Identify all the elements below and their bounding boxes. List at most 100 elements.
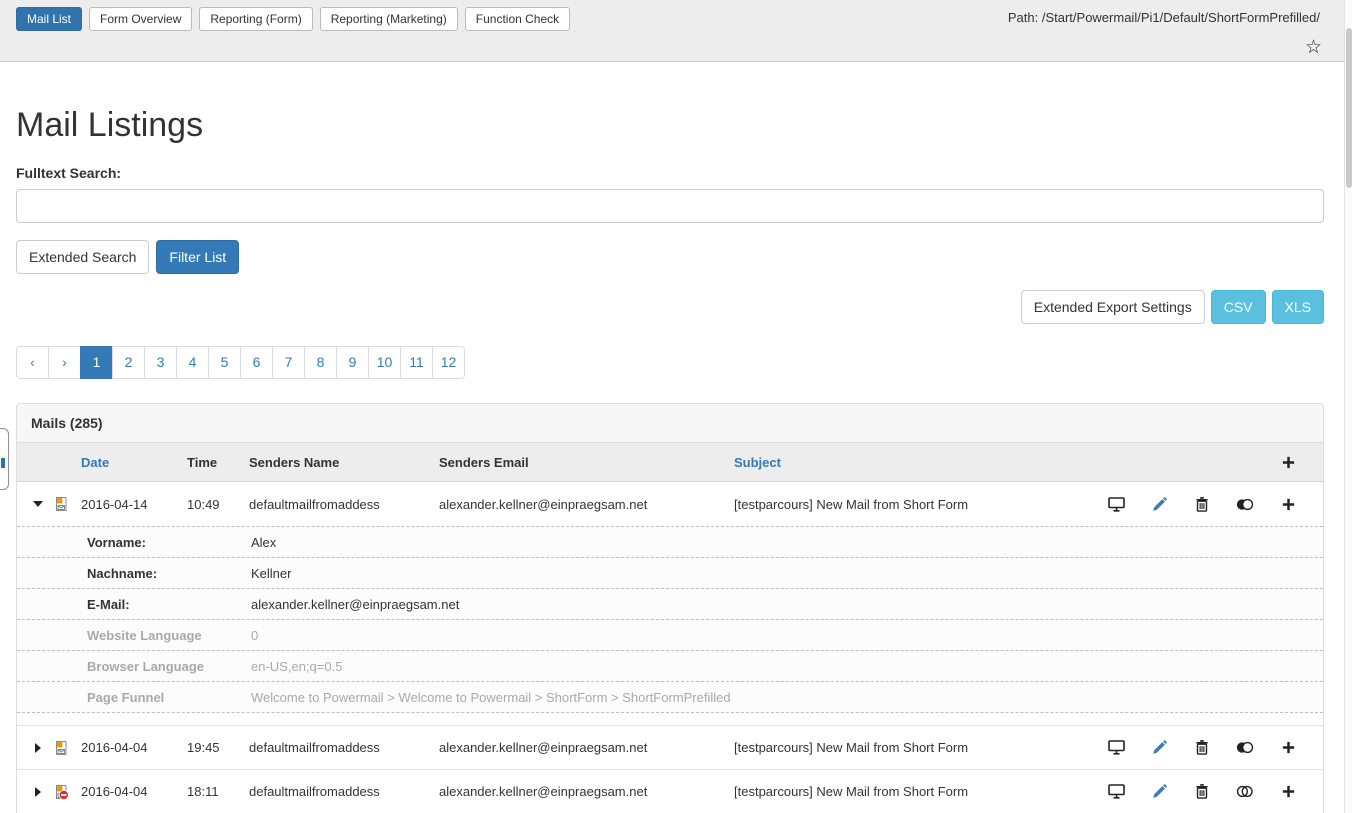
add-icon[interactable] bbox=[1279, 496, 1297, 512]
mail-record-icon bbox=[53, 496, 69, 512]
mail-subject: [testparcours] New Mail from Short Form bbox=[734, 784, 1107, 799]
detail-row: Nachname: Kellner bbox=[17, 557, 1323, 588]
delete-trash-icon[interactable] bbox=[1193, 740, 1211, 756]
column-header-date[interactable]: Date bbox=[81, 455, 187, 470]
preview-monitor-icon[interactable] bbox=[1107, 740, 1125, 756]
scrollbar-thumb[interactable] bbox=[1346, 28, 1352, 188]
pagination-page-1[interactable]: 1 bbox=[80, 346, 113, 379]
detail-label: Website Language bbox=[87, 628, 251, 643]
detail-label: Page Funnel bbox=[87, 690, 251, 705]
pagination-prev-button[interactable]: ‹ bbox=[16, 346, 49, 379]
detail-value: 0 bbox=[251, 628, 1323, 643]
edit-pencil-icon[interactable] bbox=[1150, 740, 1168, 756]
mail-record-hidden-icon bbox=[53, 784, 69, 800]
column-header-senders-email: Senders Email bbox=[439, 455, 734, 470]
mail-time: 19:45 bbox=[187, 740, 249, 755]
export-xls-button[interactable]: XLS bbox=[1272, 290, 1324, 324]
vertical-scrollbar[interactable] bbox=[1344, 0, 1352, 813]
export-csv-button[interactable]: CSV bbox=[1211, 290, 1266, 324]
add-column-icon[interactable] bbox=[1279, 454, 1297, 470]
delete-trash-icon[interactable] bbox=[1193, 784, 1211, 800]
tab-mail-list[interactable]: Mail List bbox=[16, 7, 82, 31]
fulltext-search-label: Fulltext Search: bbox=[16, 165, 1324, 181]
extended-export-settings-button[interactable]: Extended Export Settings bbox=[1021, 290, 1205, 324]
pagination-page-7[interactable]: 7 bbox=[272, 346, 305, 379]
preview-monitor-icon[interactable] bbox=[1107, 496, 1125, 512]
add-icon[interactable] bbox=[1279, 784, 1297, 800]
edit-pencil-icon[interactable] bbox=[1150, 784, 1168, 800]
mail-senders-name: defaultmailfromaddess bbox=[249, 497, 439, 512]
tab-function-check[interactable]: Function Check bbox=[465, 7, 570, 31]
tab-reporting-marketing[interactable]: Reporting (Marketing) bbox=[320, 7, 458, 31]
detail-label: E-Mail: bbox=[87, 597, 251, 612]
clipped-left-panel-mark bbox=[1, 458, 5, 468]
mails-panel: Mails (285) Date Time Senders Name Sende… bbox=[16, 403, 1324, 813]
detail-value: Welcome to Powermail > Welcome to Powerm… bbox=[251, 690, 1323, 705]
tab-reporting-form[interactable]: Reporting (Form) bbox=[199, 7, 312, 31]
fulltext-search-input[interactable] bbox=[16, 189, 1324, 223]
pagination-next-button[interactable]: › bbox=[48, 346, 81, 379]
pagination: ‹ › 1 2 3 4 5 6 7 8 9 10 11 12 bbox=[16, 346, 465, 379]
clipped-left-panel bbox=[0, 428, 9, 490]
column-header-time: Time bbox=[187, 455, 249, 470]
filter-list-button[interactable]: Filter List bbox=[156, 240, 239, 274]
mail-senders-name: defaultmailfromaddess bbox=[249, 784, 439, 799]
mail-senders-email: alexander.kellner@einpraegsam.net bbox=[439, 740, 734, 755]
pagination-page-5[interactable]: 5 bbox=[208, 346, 241, 379]
preview-monitor-icon[interactable] bbox=[1107, 784, 1125, 800]
pagination-page-9[interactable]: 9 bbox=[336, 346, 369, 379]
detail-row: Browser Language en-US,en;q=0.5 bbox=[17, 650, 1323, 681]
mail-row[interactable]: 2016-04-04 18:11 defaultmailfromaddess a… bbox=[17, 769, 1323, 813]
detail-label: Browser Language bbox=[87, 659, 251, 674]
mail-subject: [testparcours] New Mail from Short Form bbox=[734, 497, 1107, 512]
collapse-caret-icon[interactable] bbox=[33, 501, 43, 507]
details-spacer bbox=[17, 712, 1323, 725]
mail-subject: [testparcours] New Mail from Short Form bbox=[734, 740, 1107, 755]
pagination-page-6[interactable]: 6 bbox=[240, 346, 273, 379]
mail-record-icon bbox=[53, 740, 69, 756]
toggle-off-icon[interactable] bbox=[1236, 784, 1254, 800]
detail-row: Website Language 0 bbox=[17, 619, 1323, 650]
pagination-page-2[interactable]: 2 bbox=[112, 346, 145, 379]
mails-panel-title: Mails (285) bbox=[17, 404, 1323, 443]
detail-row: Page Funnel Welcome to Powermail > Welco… bbox=[17, 681, 1323, 712]
pagination-page-8[interactable]: 8 bbox=[304, 346, 337, 379]
mail-senders-email: alexander.kellner@einpraegsam.net bbox=[439, 784, 734, 799]
detail-row: Vorname: Alex bbox=[17, 526, 1323, 557]
top-header-bar: Mail List Form Overview Reporting (Form)… bbox=[0, 0, 1352, 62]
expand-caret-icon[interactable] bbox=[35, 787, 41, 797]
mail-row[interactable]: 2016-04-14 10:49 defaultmailfromaddess a… bbox=[17, 482, 1323, 526]
extended-search-button[interactable]: Extended Search bbox=[16, 240, 149, 274]
detail-label: Vorname: bbox=[87, 535, 251, 550]
pagination-page-11[interactable]: 11 bbox=[400, 346, 433, 379]
pagination-page-3[interactable]: 3 bbox=[144, 346, 177, 379]
mail-senders-name: defaultmailfromaddess bbox=[249, 740, 439, 755]
module-tabs: Mail List Form Overview Reporting (Form)… bbox=[16, 7, 570, 31]
mail-row[interactable]: 2016-04-04 19:45 defaultmailfromaddess a… bbox=[17, 725, 1323, 769]
tab-form-overview[interactable]: Form Overview bbox=[89, 7, 192, 31]
detail-label: Nachname: bbox=[87, 566, 251, 581]
expand-caret-icon[interactable] bbox=[35, 743, 41, 753]
detail-row: E-Mail: alexander.kellner@einpraegsam.ne… bbox=[17, 588, 1323, 619]
toggle-on-icon[interactable] bbox=[1236, 740, 1254, 756]
pagination-page-10[interactable]: 10 bbox=[368, 346, 401, 379]
detail-value: Alex bbox=[251, 535, 1323, 550]
detail-value: alexander.kellner@einpraegsam.net bbox=[251, 597, 1323, 612]
bookmark-star-icon[interactable]: ☆ bbox=[1305, 36, 1322, 59]
delete-trash-icon[interactable] bbox=[1193, 496, 1211, 512]
page-path: Path: /Start/Powermail/Pi1/Default/Short… bbox=[1008, 10, 1320, 25]
pagination-page-4[interactable]: 4 bbox=[176, 346, 209, 379]
mail-time: 10:49 bbox=[187, 497, 249, 512]
toggle-on-icon[interactable] bbox=[1236, 496, 1254, 512]
column-header-subject[interactable]: Subject bbox=[734, 455, 1107, 470]
pagination-page-12[interactable]: 12 bbox=[432, 346, 465, 379]
page-title: Mail Listings bbox=[16, 106, 1324, 145]
expanded-mail-details: Vorname: Alex Nachname: Kellner E-Mail: … bbox=[17, 526, 1323, 725]
detail-value: en-US,en;q=0.5 bbox=[251, 659, 1323, 674]
edit-pencil-icon[interactable] bbox=[1150, 496, 1168, 512]
column-header-senders-name: Senders Name bbox=[249, 455, 439, 470]
table-header-row: Date Time Senders Name Senders Email Sub… bbox=[17, 443, 1323, 482]
add-icon[interactable] bbox=[1279, 740, 1297, 756]
mail-time: 18:11 bbox=[187, 784, 249, 799]
detail-value: Kellner bbox=[251, 566, 1323, 581]
